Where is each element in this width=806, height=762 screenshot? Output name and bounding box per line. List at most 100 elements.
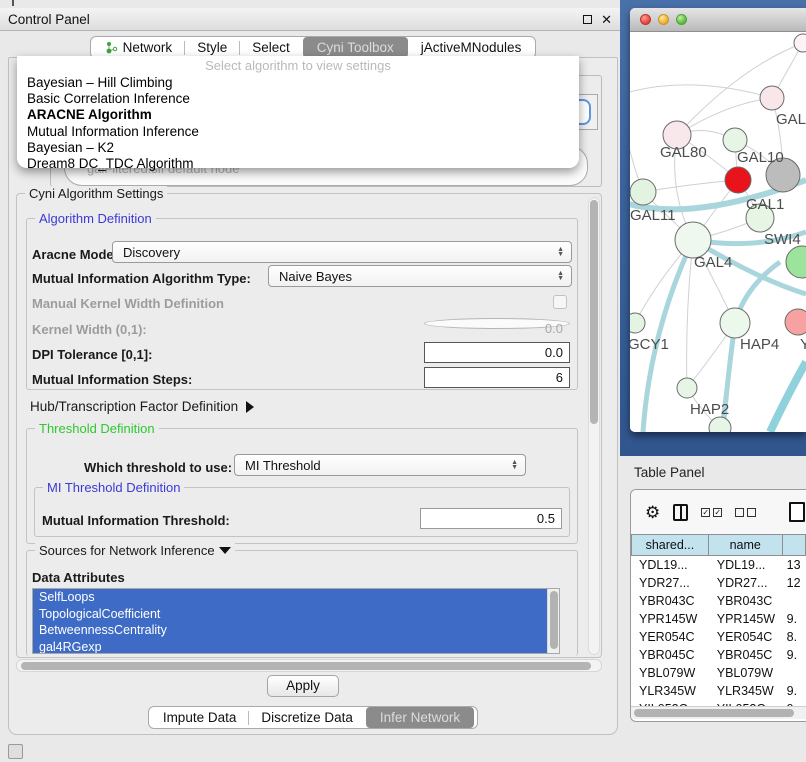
- dropdown-item[interactable]: Dream8 DC_TDC Algorithm: [17, 156, 579, 172]
- attr-list-scrollbar[interactable]: [547, 589, 559, 653]
- network-window-titlebar[interactable]: [630, 8, 806, 32]
- tab-infer-network[interactable]: Infer Network: [366, 707, 474, 728]
- apply-button[interactable]: Apply: [267, 675, 339, 697]
- dropdown-item[interactable]: ARACNE Algorithm: [17, 107, 579, 123]
- network-node[interactable]: [794, 34, 806, 52]
- document-icon[interactable]: [789, 502, 805, 522]
- dropdown-item[interactable]: Mutual Information Inference: [17, 124, 579, 140]
- network-edge[interactable]: [687, 240, 693, 388]
- float-window-icon[interactable]: [583, 15, 592, 24]
- attr-items: SelfLoopsTopologicalCoefficientBetweenne…: [33, 589, 559, 654]
- table-row[interactable]: YLR345WYLR345W9.: [631, 682, 806, 700]
- threshold-definition-title: Threshold Definition: [35, 421, 159, 436]
- column-header-name[interactable]: name: [709, 534, 783, 556]
- network-edge[interactable]: [643, 180, 738, 192]
- tab-network[interactable]: Network: [93, 38, 185, 57]
- minimize-traffic-light[interactable]: [658, 14, 669, 25]
- sources-title[interactable]: Sources for Network Inference: [35, 543, 235, 558]
- tab-network-label: Network: [123, 40, 173, 55]
- node-label: Y: [800, 336, 806, 353]
- dropdown-prompt: Select algorithm to view settings: [17, 58, 579, 75]
- mi-algorithm-type-combo[interactable]: Naive Bayes ▲▼: [268, 265, 572, 287]
- node-label: GAL: [776, 111, 806, 128]
- network-node[interactable]: [720, 308, 750, 338]
- tab-discretize-data[interactable]: Discretize Data: [249, 708, 365, 727]
- tab-jactivemnodules[interactable]: jActiveMNodules: [409, 38, 534, 57]
- column-header-cut[interactable]: [783, 534, 806, 556]
- algorithm-definition-title: Algorithm Definition: [35, 211, 156, 226]
- screen: Control Panel ✕ Network: [0, 0, 806, 762]
- panel-title: Control Panel: [8, 12, 90, 27]
- table-rows: YDL19...YDL19...13YDR27...YDR27...12YBR0…: [631, 556, 806, 706]
- network-edge[interactable]: [770, 362, 806, 432]
- settings-vertical-scrollbar[interactable]: [588, 197, 600, 655]
- stepper-icon: ▲▼: [557, 271, 564, 281]
- table-horizontal-scrollbar[interactable]: [631, 706, 806, 719]
- hub-definition-expander[interactable]: Hub/Transcription Factor Definition: [30, 399, 254, 414]
- mi-algorithm-type-label: Mutual Information Algorithm Type:: [32, 271, 251, 286]
- column-header-shared-name[interactable]: shared...: [631, 534, 709, 556]
- network-icon: [105, 41, 118, 54]
- collapse-arrow-icon: [219, 547, 231, 554]
- settings-horizontal-scrollbar[interactable]: [16, 659, 602, 672]
- attribute-list-item[interactable]: BetweennessCentrality: [33, 622, 547, 639]
- node-label: GCY1: [630, 336, 669, 353]
- settings-group-title: Cyni Algorithm Settings: [25, 186, 167, 201]
- table-row[interactable]: YER054CYER054C8.: [631, 628, 806, 646]
- network-node[interactable]: [677, 378, 697, 398]
- network-node[interactable]: [630, 313, 645, 333]
- mi-steps-field[interactable]: 6: [424, 367, 570, 388]
- dropdown-item[interactable]: Basic Correlation Inference: [17, 91, 579, 107]
- show-all-columns-icon[interactable]: ✓✓: [701, 508, 722, 517]
- mi-threshold-field[interactable]: 0.5: [420, 508, 562, 529]
- network-node[interactable]: [675, 222, 711, 258]
- split-columns-icon[interactable]: [673, 504, 688, 521]
- network-node[interactable]: [630, 179, 656, 205]
- table-panel-window[interactable]: ⚙ ✓✓ shared... name YDL19...YDL19...13YD…: [630, 489, 806, 722]
- table-row[interactable]: YBL079WYBL079W: [631, 664, 806, 682]
- network-window[interactable]: GALGAL80GAL10GAL1GAL11SWI4GAL4GCY1HAP4YH…: [630, 8, 806, 432]
- table-row[interactable]: YBR043CYBR043C: [631, 592, 806, 610]
- table-row[interactable]: YDL19...YDL19...13: [631, 556, 806, 574]
- network-canvas[interactable]: GALGAL80GAL10GAL1GAL11SWI4GAL4GCY1HAP4YH…: [630, 32, 806, 432]
- aracne-mode-combo[interactable]: Discovery ▲▼: [112, 241, 572, 263]
- table-row[interactable]: YBR045CYBR045C9.: [631, 646, 806, 664]
- dropdown-item[interactable]: Bayesian – Hill Climbing: [17, 75, 579, 91]
- network-node[interactable]: [785, 309, 806, 335]
- node-label: SWI4: [764, 231, 801, 248]
- kernel-width-field[interactable]: 0.0: [424, 318, 570, 329]
- node-label: GAL1: [746, 196, 784, 213]
- node-label: HAP4: [740, 336, 779, 353]
- dpi-tolerance-field[interactable]: 0.0: [424, 342, 570, 363]
- tab-select[interactable]: Select: [240, 38, 302, 57]
- dropdown-item[interactable]: Bayesian – K2: [17, 140, 579, 156]
- manual-kernel-label: Manual Kernel Width Definition: [32, 296, 224, 311]
- zoom-traffic-light[interactable]: [676, 14, 687, 25]
- manual-kernel-checkbox[interactable]: [553, 295, 567, 309]
- bottom-tabbar: Impute Data Discretize Data Infer Networ…: [8, 706, 618, 729]
- control-panel-titlebar: Control Panel ✕: [0, 8, 620, 31]
- table-row[interactable]: YPR145WYPR145W9.: [631, 610, 806, 628]
- data-attributes-list[interactable]: SelfLoopsTopologicalCoefficientBetweenne…: [32, 588, 560, 654]
- gear-icon[interactable]: ⚙: [645, 504, 660, 521]
- attribute-list-item[interactable]: TopologicalCoefficient: [33, 606, 547, 623]
- which-threshold-combo[interactable]: MI Threshold ▲▼: [234, 454, 526, 476]
- minimized-panel-icon[interactable]: [8, 744, 23, 759]
- network-edge[interactable]: [630, 85, 772, 98]
- network-node[interactable]: [786, 246, 806, 278]
- tab-cyni-toolbox[interactable]: Cyni Toolbox: [303, 37, 408, 58]
- close-icon[interactable]: ✕: [601, 13, 612, 26]
- tab-style[interactable]: Style: [185, 38, 239, 57]
- attribute-list-item[interactable]: gal4RGexp: [33, 639, 547, 655]
- network-node[interactable]: [709, 417, 731, 432]
- network-node[interactable]: [760, 86, 784, 110]
- tab-impute-data[interactable]: Impute Data: [151, 708, 249, 727]
- network-node[interactable]: [725, 167, 751, 193]
- close-traffic-light[interactable]: [640, 14, 651, 25]
- network-edge[interactable]: [677, 98, 772, 135]
- table-row[interactable]: YDR27...YDR27...12: [631, 574, 806, 592]
- hide-all-columns-icon[interactable]: [735, 508, 756, 517]
- algorithm-dropdown-popup: Select algorithm to view settings Bayesi…: [17, 56, 579, 168]
- attribute-list-item[interactable]: SelfLoops: [33, 589, 547, 606]
- splitter-handle[interactable]: [12, 0, 14, 6]
